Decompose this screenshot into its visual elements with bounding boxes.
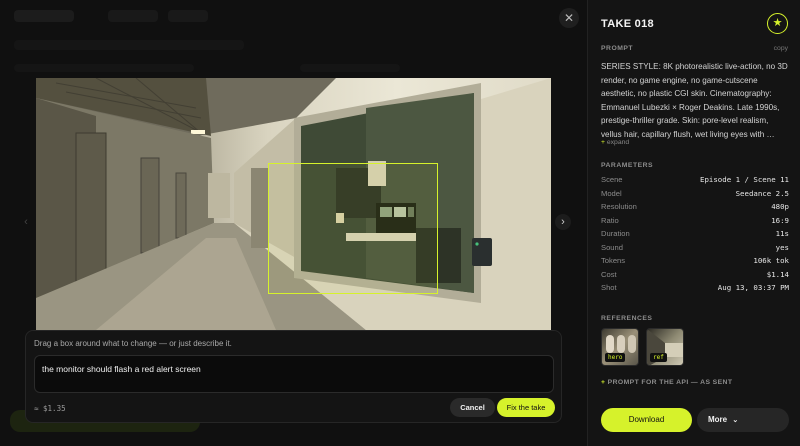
edit-prompt-card: Drag a box around what to change — or ju…: [25, 330, 562, 423]
chevron-right-icon: ›: [561, 216, 565, 228]
chevron-left-icon: ‹: [24, 216, 28, 228]
expand-prompt-link[interactable]: + expand: [601, 139, 629, 146]
param-value: Aug 13, 03:37 PM: [717, 283, 789, 292]
param-row-shot: Shot Aug 13, 03:37 PM: [601, 283, 789, 297]
more-menu-button[interactable]: More ⌄: [697, 408, 789, 432]
plus-icon: +: [601, 379, 606, 386]
param-value: 480p: [771, 202, 789, 211]
reference-thumbnail[interactable]: ref: [646, 328, 684, 366]
param-row-tokens: Tokens 106k tok: [601, 256, 789, 270]
previous-take-button[interactable]: ‹: [18, 214, 34, 230]
param-key: Sound: [601, 242, 623, 252]
edit-cost-estimate: ≈ $1.35: [34, 404, 66, 413]
prompt-section-label: PROMPT: [601, 45, 634, 52]
backdrop-row: [300, 64, 400, 72]
backdrop-header: [14, 10, 74, 22]
param-row-resolution: Resolution 480p: [601, 202, 789, 216]
param-key: Resolution: [601, 202, 637, 211]
reference-tag: ref: [650, 353, 667, 362]
param-value: $1.14: [766, 269, 789, 279]
edit-hint: Drag a box around what to change — or ju…: [34, 339, 232, 348]
param-row-sound: Sound yes: [601, 243, 789, 257]
backdrop-row: [14, 40, 244, 50]
api-prompt-toggle[interactable]: + PROMPT FOR THE API — AS SENT: [601, 379, 732, 386]
param-value: Seedance 2.5: [735, 188, 789, 198]
favorite-button[interactable]: ★: [767, 13, 788, 34]
edit-prompt-input[interactable]: the monitor should flash a red alert scr…: [34, 355, 554, 393]
selection-box[interactable]: [268, 163, 438, 294]
take-details-panel: TAKE 018 ★ PROMPT copy SERIES STYLE: 8K …: [587, 0, 800, 446]
parameters-list: Scene Episode 1 / Scene 11 Model Seedanc…: [601, 175, 789, 297]
param-row-model: Model Seedance 2.5: [601, 189, 789, 203]
take-frame-image[interactable]: [36, 78, 551, 330]
close-icon: ✕: [563, 11, 575, 25]
param-key: Cost: [601, 269, 617, 279]
star-icon: ★: [772, 17, 783, 29]
parameters-section-label: PARAMETERS: [601, 162, 654, 169]
viewer-backdrop: ✕ ‹ › Drag a box around what to change —…: [0, 0, 587, 446]
prompt-text: SERIES STYLE: 8K photorealistic live-act…: [601, 62, 788, 139]
reference-thumbnail[interactable]: hero: [601, 328, 639, 366]
param-value: Episode 1 / Scene 11: [700, 175, 789, 184]
fix-take-button[interactable]: Fix the take: [497, 398, 555, 417]
backdrop-tab: [108, 10, 158, 22]
param-value: 11s: [775, 229, 789, 238]
next-take-button[interactable]: ›: [555, 214, 571, 230]
backdrop-row: [14, 64, 194, 72]
param-key: Tokens: [601, 256, 626, 265]
plus-icon: +: [601, 139, 605, 146]
api-prompt-label: PROMPT FOR THE API — AS SENT: [607, 379, 733, 386]
param-key: Duration: [601, 229, 630, 238]
param-value: 106k tok: [753, 256, 789, 265]
expand-label: expand: [606, 139, 630, 146]
download-button[interactable]: Download: [601, 408, 692, 432]
cancel-button[interactable]: Cancel: [450, 398, 495, 417]
more-label: More: [708, 415, 728, 424]
param-row-scene: Scene Episode 1 / Scene 11: [601, 175, 789, 189]
param-key: Ratio: [601, 215, 619, 225]
param-key: Scene: [601, 175, 623, 184]
param-value: 16:9: [771, 215, 789, 225]
reference-tag: hero: [605, 353, 626, 362]
take-title: TAKE 018: [601, 18, 654, 30]
references-section-label: REFERENCES: [601, 315, 653, 322]
param-row-cost: Cost $1.14: [601, 270, 789, 284]
chevron-down-icon: ⌄: [732, 417, 739, 424]
param-key: Model: [601, 188, 622, 198]
close-button[interactable]: ✕: [559, 8, 579, 28]
param-value: yes: [775, 242, 789, 252]
param-key: Shot: [601, 283, 617, 292]
copy-prompt-link[interactable]: copy: [774, 45, 788, 52]
param-row-ratio: Ratio 16:9: [601, 216, 789, 230]
param-row-duration: Duration 11s: [601, 229, 789, 243]
backdrop-tab: [168, 10, 208, 22]
